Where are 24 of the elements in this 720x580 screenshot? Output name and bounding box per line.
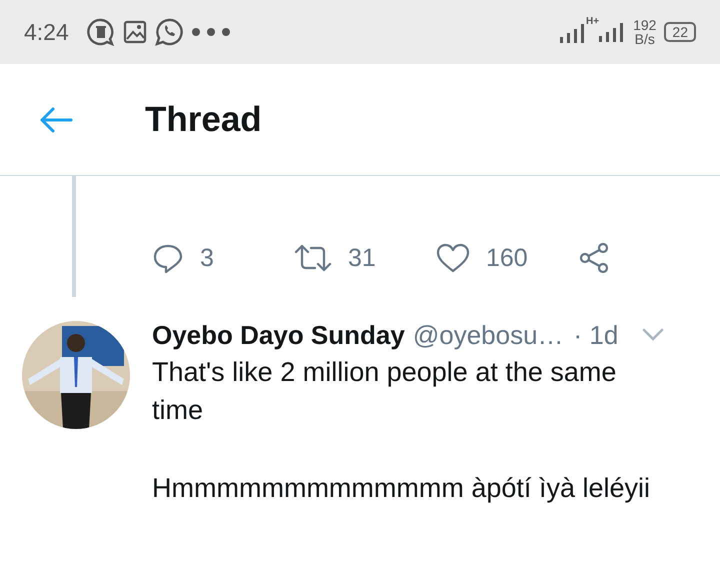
signal-icon (599, 22, 624, 42)
image-icon (122, 20, 147, 44)
retweet-button[interactable]: 31 (294, 242, 436, 274)
author-name: Oyebo Dayo Sunday (152, 320, 405, 350)
tweet-text: That's like 2 million people at the same time (152, 356, 618, 427)
speed-unit: B/s (634, 32, 655, 46)
tweet-text: Hmmmmmmmmmmmmm àpótí ìyà leléyii (152, 472, 651, 505)
like-button[interactable]: 160 (436, 242, 578, 274)
heart-icon (436, 243, 470, 273)
trash-bubble-icon (86, 18, 115, 46)
signal-icon (560, 21, 586, 43)
speed-value: 192 (633, 18, 656, 32)
page-title: Thread (145, 100, 262, 140)
reply-button[interactable]: 3 (152, 242, 294, 274)
share-icon[interactable] (578, 242, 610, 274)
author-handle: @oyebosu… (412, 320, 564, 350)
tweet-time: · 1d (574, 320, 618, 350)
retweet-icon (294, 243, 332, 273)
network-type: H+ (586, 16, 600, 27)
clock: 4:24 (24, 18, 69, 46)
battery-level: 22 (664, 22, 696, 42)
phone-bubble-icon (154, 18, 183, 46)
more-icon (190, 27, 231, 37)
speech-bubble-icon (152, 242, 184, 274)
